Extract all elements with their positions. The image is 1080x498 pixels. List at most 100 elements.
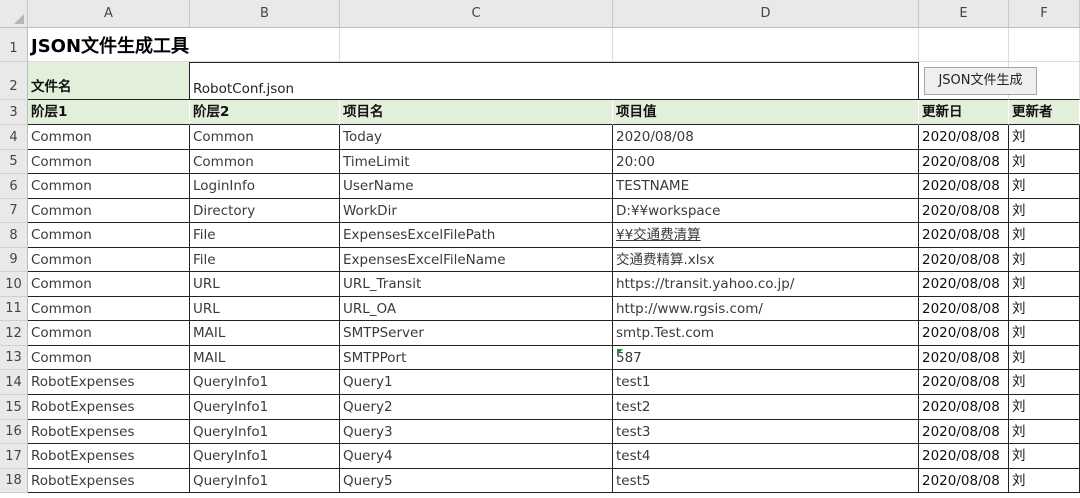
row-header-6[interactable]: 6 bbox=[0, 174, 28, 199]
table-cell[interactable]: 2020/08/08 bbox=[919, 272, 1009, 297]
table-cell[interactable]: ExpensesExcelFileName bbox=[340, 248, 613, 272]
select-all-corner[interactable] bbox=[0, 0, 28, 28]
table-cell[interactable]: test3 bbox=[613, 420, 919, 444]
table-cell[interactable]: MAIL bbox=[190, 346, 340, 370]
table-cell[interactable]: 587 bbox=[613, 346, 919, 370]
table-cell[interactable]: 刘 bbox=[1009, 125, 1080, 150]
table-cell[interactable]: 刘 bbox=[1009, 150, 1080, 174]
table-cell[interactable]: URL bbox=[190, 272, 340, 297]
table-cell[interactable]: WorkDir bbox=[340, 199, 613, 223]
column-header-a[interactable]: A bbox=[28, 0, 190, 28]
table-cell[interactable]: 刘 bbox=[1009, 199, 1080, 223]
table-cell[interactable]: 刘 bbox=[1009, 174, 1080, 199]
row-header-18[interactable]: 18 bbox=[0, 469, 28, 493]
file-path-link[interactable]: ¥¥交通费清算 bbox=[613, 223, 919, 248]
table-cell[interactable]: Query1 bbox=[340, 370, 613, 395]
table-cell[interactable]: 刘 bbox=[1009, 420, 1080, 444]
table-cell[interactable]: D:¥¥workspace bbox=[613, 199, 919, 223]
column-header-b[interactable]: B bbox=[190, 0, 340, 28]
cell-c1[interactable] bbox=[340, 28, 613, 62]
table-cell[interactable]: 2020/08/08 bbox=[919, 248, 1009, 272]
row-header-9[interactable]: 9 bbox=[0, 248, 28, 272]
table-cell[interactable]: 2020/08/08 bbox=[919, 469, 1009, 493]
table-cell[interactable]: 刘 bbox=[1009, 444, 1080, 469]
table-cell[interactable]: Query5 bbox=[340, 469, 613, 493]
table-cell[interactable]: Common bbox=[28, 272, 190, 297]
table-cell[interactable]: File bbox=[190, 248, 340, 272]
table-cell[interactable]: 2020/08/08 bbox=[919, 370, 1009, 395]
table-cell[interactable]: 刘 bbox=[1009, 297, 1080, 321]
table-cell[interactable]: test1 bbox=[613, 370, 919, 395]
table-cell[interactable]: URL_Transit bbox=[340, 272, 613, 297]
row-header-7[interactable]: 7 bbox=[0, 199, 28, 223]
row-header-15[interactable]: 15 bbox=[0, 395, 28, 420]
column-title-5[interactable]: 更新日 bbox=[919, 100, 1009, 125]
table-cell[interactable]: 2020/08/08 bbox=[919, 174, 1009, 199]
row-header-11[interactable]: 11 bbox=[0, 297, 28, 321]
row-header-5[interactable]: 5 bbox=[0, 150, 28, 174]
column-header-e[interactable]: E bbox=[919, 0, 1009, 28]
table-cell[interactable]: 2020/08/08 bbox=[919, 223, 1009, 248]
table-cell[interactable]: Today bbox=[340, 125, 613, 150]
table-cell[interactable]: URL_OA bbox=[340, 297, 613, 321]
column-header-f[interactable]: F bbox=[1009, 0, 1080, 28]
table-cell[interactable]: 刘 bbox=[1009, 346, 1080, 370]
table-cell[interactable]: 2020/08/08 bbox=[919, 444, 1009, 469]
table-cell[interactable]: 2020/08/08 bbox=[919, 297, 1009, 321]
table-cell[interactable]: 刘 bbox=[1009, 272, 1080, 297]
table-cell[interactable]: Query2 bbox=[340, 395, 613, 420]
table-cell[interactable]: smtp.Test.com bbox=[613, 321, 919, 346]
table-cell[interactable]: LoginInfo bbox=[190, 174, 340, 199]
column-title-6[interactable]: 更新者 bbox=[1009, 100, 1080, 125]
table-cell[interactable]: Query4 bbox=[340, 444, 613, 469]
table-cell[interactable]: 2020/08/08 bbox=[919, 199, 1009, 223]
row-header-8[interactable]: 8 bbox=[0, 223, 28, 248]
table-cell[interactable]: Directory bbox=[190, 199, 340, 223]
table-cell[interactable]: 刘 bbox=[1009, 248, 1080, 272]
column-header-d[interactable]: D bbox=[613, 0, 919, 28]
row-header-1[interactable]: 1 bbox=[0, 28, 28, 62]
file-name-value[interactable]: RobotConf.json bbox=[190, 62, 919, 100]
table-cell[interactable]: File bbox=[190, 223, 340, 248]
table-cell[interactable]: URL bbox=[190, 297, 340, 321]
table-cell[interactable]: RobotExpenses bbox=[28, 395, 190, 420]
table-cell[interactable]: Common bbox=[28, 125, 190, 150]
sheet-title[interactable]: JSON文件生成工具 bbox=[28, 28, 340, 62]
cell-e1[interactable] bbox=[919, 28, 1009, 62]
cell-f1[interactable] bbox=[1009, 28, 1080, 62]
table-cell[interactable]: QueryInfo1 bbox=[190, 420, 340, 444]
row-header-16[interactable]: 16 bbox=[0, 420, 28, 444]
file-name-label[interactable]: 文件名 bbox=[28, 62, 190, 100]
table-cell[interactable]: Common bbox=[190, 150, 340, 174]
table-cell[interactable]: 刘 bbox=[1009, 395, 1080, 420]
table-cell[interactable]: 刘 bbox=[1009, 321, 1080, 346]
row-header-2[interactable]: 2 bbox=[0, 62, 28, 100]
column-title-2[interactable]: 阶层2 bbox=[190, 100, 340, 125]
generate-json-button[interactable]: JSON文件生成 bbox=[924, 67, 1037, 95]
table-cell[interactable]: 2020/08/08 bbox=[919, 150, 1009, 174]
column-header-c[interactable]: C bbox=[340, 0, 613, 28]
table-cell[interactable]: 2020/08/08 bbox=[919, 420, 1009, 444]
table-cell[interactable]: test2 bbox=[613, 395, 919, 420]
row-header-3[interactable]: 3 bbox=[0, 100, 28, 125]
table-cell[interactable]: test4 bbox=[613, 444, 919, 469]
table-cell[interactable]: QueryInfo1 bbox=[190, 370, 340, 395]
row-header-13[interactable]: 13 bbox=[0, 346, 28, 370]
table-cell[interactable]: Common bbox=[28, 199, 190, 223]
table-cell[interactable]: Common bbox=[28, 174, 190, 199]
table-cell[interactable]: ExpensesExcelFilePath bbox=[340, 223, 613, 248]
table-cell[interactable]: 2020/08/08 bbox=[613, 125, 919, 150]
row-header-17[interactable]: 17 bbox=[0, 444, 28, 469]
table-cell[interactable]: 刘 bbox=[1009, 469, 1080, 493]
table-cell[interactable]: 20:00 bbox=[613, 150, 919, 174]
table-cell[interactable]: MAIL bbox=[190, 321, 340, 346]
row-header-10[interactable]: 10 bbox=[0, 272, 28, 297]
row-header-4[interactable]: 4 bbox=[0, 125, 28, 150]
row-header-14[interactable]: 14 bbox=[0, 370, 28, 395]
table-cell[interactable]: RobotExpenses bbox=[28, 469, 190, 493]
table-cell[interactable]: TimeLimit bbox=[340, 150, 613, 174]
table-cell[interactable]: https://transit.yahoo.co.jp/ bbox=[613, 272, 919, 297]
column-title-3[interactable]: 项目名 bbox=[340, 100, 613, 125]
table-cell[interactable]: 刘 bbox=[1009, 370, 1080, 395]
table-cell[interactable]: UserName bbox=[340, 174, 613, 199]
